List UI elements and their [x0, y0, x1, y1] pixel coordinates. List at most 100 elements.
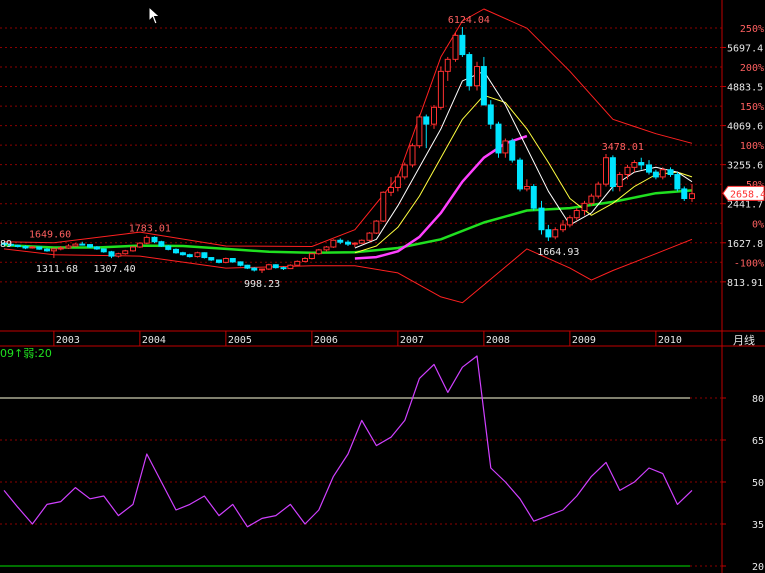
price-annotation: 89 — [0, 239, 12, 250]
candle-up — [366, 232, 373, 241]
price-annotation: 1307.40 — [94, 264, 136, 275]
candle-up — [294, 260, 301, 266]
y-tick-label-percent: 250% — [740, 24, 764, 35]
candle-down — [93, 246, 100, 250]
x-tick-label-year: 2006 — [314, 335, 338, 346]
candle-up — [351, 242, 358, 245]
candle-down — [480, 66, 487, 106]
candle-down — [638, 162, 645, 166]
candle-up — [581, 202, 588, 212]
candle-up — [502, 140, 509, 154]
candle-down — [652, 171, 659, 178]
candle-down — [100, 248, 107, 253]
candle-down — [487, 104, 494, 125]
oscillator-title: 09↑弱:20 — [0, 347, 52, 360]
x-tick-label-year: 2007 — [400, 335, 424, 346]
candle-up — [287, 264, 294, 270]
candle-up — [302, 258, 308, 262]
y-tick-label-price: 4883.5 — [727, 83, 763, 94]
candle-up — [373, 220, 380, 234]
candle-down — [173, 248, 179, 254]
candle-up — [603, 157, 609, 185]
y-tick-label-percent: 0% — [752, 219, 764, 230]
candle-down — [509, 140, 516, 161]
mouse-cursor-icon — [148, 6, 161, 25]
candle-down — [337, 239, 344, 243]
candle-down — [646, 164, 652, 173]
candle-up — [689, 193, 695, 200]
candle-down — [44, 248, 50, 252]
x-tick-label-year: 2008 — [486, 335, 510, 346]
candle-up — [452, 34, 459, 60]
chart-canvas: 6124.04 3478.01 1664.93 1783.01 1649.60 1311.… — [0, 0, 765, 573]
price-annotation: 3478.01 — [602, 142, 644, 153]
price-annotation: 1783.01 — [129, 223, 171, 234]
candle-down — [423, 116, 430, 125]
price-annotation: 1664.93 — [537, 247, 579, 258]
candle-down — [609, 157, 616, 188]
x-tick-label-year: 2009 — [572, 335, 596, 346]
candle-up — [323, 246, 330, 251]
candle-down — [229, 258, 236, 263]
price-annotation: 998.23 — [244, 279, 280, 290]
candle-down — [495, 123, 502, 154]
y-tick-label-price: 5697.4 — [727, 43, 763, 54]
y-tick-label-percent: -100% — [734, 258, 764, 269]
y-tick-label-price: 2441.7 — [727, 200, 763, 211]
candle-down — [280, 267, 287, 270]
candle-down — [22, 246, 29, 249]
candle-up — [616, 174, 623, 188]
y-tick-label-price: 4069.6 — [727, 122, 763, 133]
y-tick-label-percent: 100% — [740, 141, 764, 152]
y-tick-label-price: 1627.8 — [727, 239, 763, 250]
candle-up — [29, 246, 36, 249]
candle-down — [14, 244, 21, 248]
candle-down — [216, 259, 222, 263]
y-tick-label-percent: 200% — [740, 63, 764, 74]
candle-down — [158, 241, 165, 247]
candle-up — [122, 250, 129, 255]
candle-down — [517, 159, 523, 190]
y-tick-label-price: 3255.6 — [727, 161, 763, 172]
osc-tick-label: 50 — [752, 478, 764, 489]
candle-up — [631, 162, 638, 168]
candle-up — [57, 247, 64, 250]
candle-down — [674, 174, 681, 190]
candle-up — [444, 58, 451, 72]
candle-down — [538, 207, 545, 231]
candle-down — [151, 236, 158, 243]
x-tick-label-year: 2010 — [658, 335, 682, 346]
candle-up — [566, 217, 573, 226]
candle-up — [552, 229, 559, 238]
candle-down — [272, 264, 279, 269]
candle-up — [560, 224, 566, 231]
candle-up — [330, 239, 337, 248]
x-tick-label-year: 2005 — [228, 335, 252, 346]
candle-up — [595, 183, 602, 197]
candle-up — [72, 243, 79, 247]
candle-up — [65, 245, 72, 249]
candle-down — [186, 254, 193, 258]
candle-up — [315, 249, 322, 255]
candle-up — [380, 191, 387, 222]
price-annotation: 6124.04 — [448, 15, 490, 26]
candle-up — [194, 252, 201, 258]
candle-up — [573, 210, 580, 219]
candle-down — [345, 241, 351, 245]
candle-up — [437, 70, 444, 108]
candle-up — [394, 176, 401, 188]
osc-tick-label: 20 — [752, 562, 764, 573]
candle-up — [265, 264, 272, 270]
osc-tick-label: 35 — [752, 520, 764, 531]
candle-up — [50, 248, 57, 252]
candle-up — [431, 106, 437, 125]
candle-up — [358, 239, 365, 244]
candle-down — [251, 267, 258, 271]
candle-up — [409, 145, 416, 166]
candle-up — [624, 166, 631, 176]
candle-down — [79, 243, 86, 246]
osc-tick-label: 65 — [752, 436, 764, 447]
price-annotation: 1649.60 — [29, 230, 71, 241]
y-tick-label-price: 813.91 — [727, 278, 763, 289]
candle-down — [87, 244, 93, 248]
